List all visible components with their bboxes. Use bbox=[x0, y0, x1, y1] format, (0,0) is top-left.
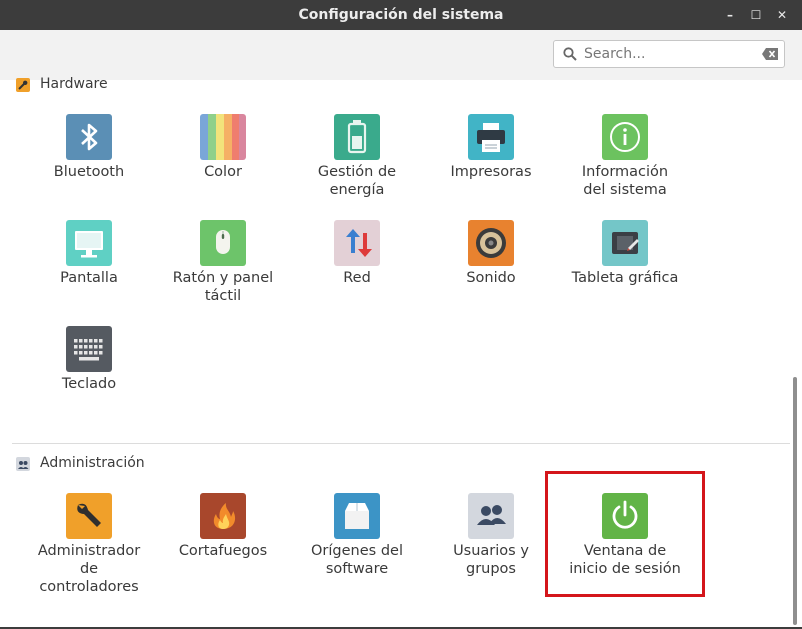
highlight-box bbox=[545, 471, 705, 597]
settings-item-software-sources[interactable]: Orígenes del software bbox=[292, 493, 422, 578]
item-label: Cortafuegos bbox=[178, 543, 268, 559]
settings-item-driver-manager[interactable]: Administrador de controladores bbox=[24, 493, 154, 596]
search-input[interactable] bbox=[584, 44, 754, 64]
firewall-icon bbox=[200, 493, 246, 539]
item-label: Red bbox=[343, 270, 371, 286]
item-label: Pantalla bbox=[60, 270, 118, 286]
settings-item-users-groups[interactable]: Usuarios y grupos bbox=[426, 493, 556, 578]
title-bar: Configuración del sistema – ☐ ✕ bbox=[0, 0, 802, 30]
item-label: Información del sistema bbox=[581, 164, 669, 198]
search-icon bbox=[563, 47, 577, 61]
item-label: Color bbox=[204, 164, 242, 180]
package-icon bbox=[334, 493, 380, 539]
battery-icon bbox=[334, 114, 380, 160]
item-label: Tableta gráfica bbox=[571, 270, 679, 286]
printer-icon bbox=[468, 114, 514, 160]
settings-item-power-management[interactable]: Gestión de energía bbox=[292, 114, 422, 199]
settings-item-graphics-tablet[interactable]: Tableta gráfica bbox=[560, 220, 690, 287]
section-title: Administración bbox=[40, 455, 145, 471]
settings-item-network[interactable]: Red bbox=[292, 220, 422, 287]
tablet-icon bbox=[602, 220, 648, 266]
settings-item-bluetooth[interactable]: Bluetooth bbox=[24, 114, 154, 181]
item-label: Impresoras bbox=[450, 164, 532, 180]
color-icon bbox=[200, 114, 246, 160]
speaker-icon bbox=[468, 220, 514, 266]
section-title: Hardware bbox=[40, 76, 108, 92]
item-label: Ratón y panel táctil bbox=[172, 270, 274, 304]
settings-item-firewall[interactable]: Cortafuegos bbox=[158, 493, 288, 560]
close-button[interactable]: ✕ bbox=[772, 5, 792, 25]
settings-item-keyboard[interactable]: Teclado bbox=[24, 326, 154, 393]
section-divider bbox=[12, 443, 790, 444]
info-icon bbox=[602, 114, 648, 160]
settings-item-sound[interactable]: Sonido bbox=[426, 220, 556, 287]
users-icon bbox=[468, 493, 514, 539]
item-label: Usuarios y grupos bbox=[453, 543, 529, 577]
search-box[interactable] bbox=[553, 40, 785, 68]
clear-search-icon[interactable] bbox=[762, 48, 778, 60]
maximize-button[interactable]: ☐ bbox=[746, 5, 766, 25]
item-label: Administrador de controladores bbox=[37, 543, 141, 595]
hardware-icon bbox=[16, 78, 30, 92]
item-label: Bluetooth bbox=[53, 164, 125, 180]
bluetooth-icon bbox=[66, 114, 112, 160]
minimize-button[interactable]: – bbox=[720, 5, 740, 25]
administration-icon bbox=[16, 457, 30, 471]
network-icon bbox=[334, 220, 380, 266]
item-label: Sonido bbox=[466, 270, 516, 286]
settings-item-mouse-touchpad[interactable]: Ratón y panel táctil bbox=[158, 220, 288, 305]
window-title: Configuración del sistema bbox=[298, 7, 504, 23]
mouse-icon bbox=[200, 220, 246, 266]
settings-item-color[interactable]: Color bbox=[158, 114, 288, 181]
scrollbar[interactable] bbox=[793, 377, 797, 625]
settings-item-printers[interactable]: Impresoras bbox=[426, 114, 556, 181]
settings-item-display[interactable]: Pantalla bbox=[24, 220, 154, 287]
keyboard-icon bbox=[66, 326, 112, 372]
wrench-icon bbox=[66, 493, 112, 539]
monitor-icon bbox=[66, 220, 112, 266]
item-label: Teclado bbox=[61, 376, 117, 392]
settings-item-system-info[interactable]: Información del sistema bbox=[560, 114, 690, 199]
item-label: Gestión de energía bbox=[317, 164, 397, 198]
item-label: Orígenes del software bbox=[311, 543, 403, 577]
